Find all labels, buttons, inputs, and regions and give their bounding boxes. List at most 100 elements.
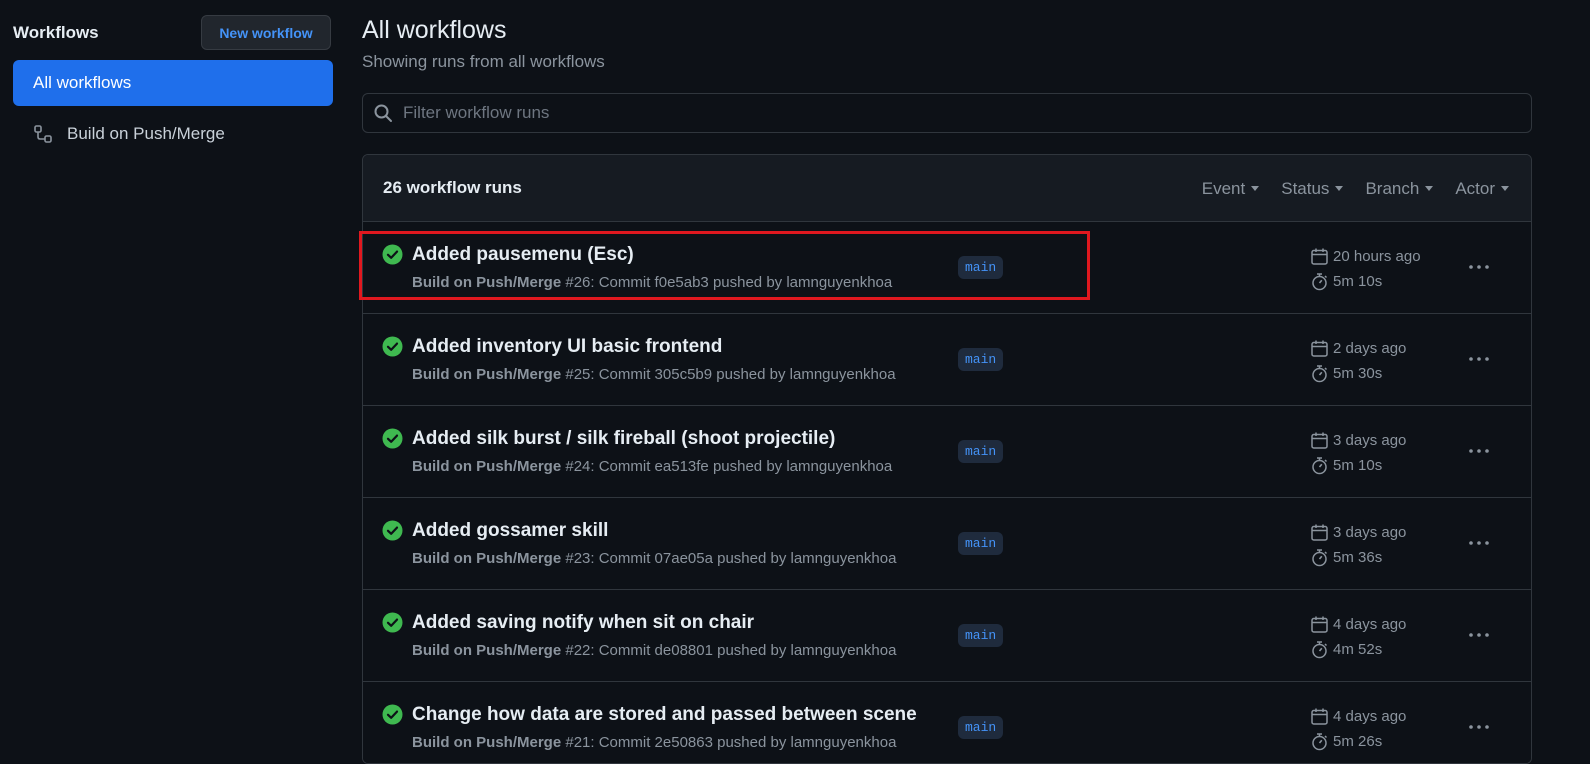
runs-rows: Added pausemenu (Esc) Build on Push/Merge…	[363, 222, 1531, 763]
branch-badge[interactable]: main	[958, 348, 1004, 371]
kebab-menu-icon	[1469, 725, 1489, 729]
caret-down-icon	[1251, 186, 1260, 191]
run-meta-detail: #21: Commit 2e50863 pushed by lamnguyenk…	[565, 734, 897, 751]
kebab-menu-icon	[1469, 633, 1489, 637]
sidebar-item-label: Build on Push/Merge	[67, 124, 225, 143]
branch-badge[interactable]: main	[958, 440, 1004, 463]
run-time: 3 days ago	[1310, 431, 1406, 450]
branch-filter-dropdown[interactable]: Branch	[1365, 178, 1434, 199]
calendar-icon	[1311, 616, 1328, 633]
stopwatch-icon	[1312, 273, 1328, 291]
runs-header: 26 workflow runs Event Status Branch Act…	[363, 155, 1531, 222]
run-options-button[interactable]	[1466, 714, 1492, 740]
run-time-text: 3 days ago	[1333, 524, 1407, 541]
run-meta-detail: #25: Commit 305c5b9 pushed by lamnguyenk…	[565, 366, 896, 383]
run-title-link[interactable]: Added gossamer skill	[412, 520, 608, 542]
run-time: 4 days ago	[1310, 615, 1406, 634]
run-options-button[interactable]	[1466, 346, 1492, 372]
success-check-icon	[382, 704, 403, 725]
run-title-link[interactable]: Change how data are stored and passed be…	[412, 704, 917, 726]
caret-down-icon	[1425, 186, 1434, 191]
run-title-link[interactable]: Added pausemenu (Esc)	[412, 244, 634, 266]
run-meta-detail: #23: Commit 07ae05a pushed by lamnguyenk…	[565, 550, 897, 567]
run-options-button[interactable]	[1466, 254, 1492, 280]
status-filter-dropdown[interactable]: Status	[1281, 179, 1344, 199]
caret-down-icon	[1335, 186, 1344, 191]
branch-badge[interactable]: main	[958, 532, 1004, 555]
run-time-text: 3 days ago	[1333, 432, 1407, 449]
sidebar-item-build-on-push-merge[interactable]: Build on Push/Merge	[13, 111, 333, 157]
run-meta-detail: #24: Commit ea513fe pushed by lamnguyenk…	[565, 458, 893, 475]
runs-count: 26 workflow runs	[383, 178, 522, 197]
workflow-run-row[interactable]: Added gossamer skill Build on Push/Merge …	[363, 498, 1531, 590]
run-duration: 5m 30s	[1310, 364, 1382, 383]
page-subtitle: Showing runs from all workflows	[362, 52, 605, 71]
run-meta-detail: #26: Commit f0e5ab3 pushed by lamnguyenk…	[565, 274, 893, 291]
workflow-run-row[interactable]: Change how data are stored and passed be…	[363, 682, 1531, 763]
run-time-text: 20 hours ago	[1333, 248, 1421, 265]
success-check-icon	[382, 612, 403, 633]
filter-label: Branch	[1365, 178, 1420, 198]
run-duration-text: 5m 30s	[1333, 365, 1383, 382]
filter-label: Actor	[1455, 178, 1495, 198]
run-title-link[interactable]: Added inventory UI basic frontend	[412, 336, 722, 358]
run-title-link[interactable]: Added saving notify when sit on chair	[412, 612, 754, 634]
run-duration: 5m 26s	[1310, 732, 1382, 751]
run-time-text: 4 days ago	[1333, 616, 1407, 633]
run-duration: 5m 10s	[1310, 456, 1382, 475]
stopwatch-icon	[1312, 733, 1328, 751]
kebab-menu-icon	[1469, 357, 1489, 361]
run-workflow-name: Build on Push/Merge	[412, 458, 562, 475]
calendar-icon	[1311, 708, 1328, 725]
run-options-button[interactable]	[1466, 622, 1492, 648]
workflow-run-row[interactable]: Added inventory UI basic frontend Build o…	[363, 314, 1531, 406]
stopwatch-icon	[1312, 641, 1328, 659]
stopwatch-icon	[1312, 457, 1328, 475]
run-duration-text: 5m 10s	[1333, 457, 1383, 474]
sidebar-item-label: All workflows	[33, 73, 132, 92]
run-workflow-name: Build on Push/Merge	[412, 274, 562, 291]
workflow-runs-list: 26 workflow runs Event Status Branch Act…	[362, 154, 1532, 764]
success-check-icon	[382, 520, 403, 541]
run-duration-text: 5m 10s	[1333, 273, 1383, 290]
run-time-text: 4 days ago	[1333, 708, 1407, 725]
run-time: 2 days ago	[1310, 339, 1406, 358]
run-meta: Build on Push/Merge #22: Commit de08801 …	[412, 642, 896, 659]
sidebar-title: Workflows	[13, 23, 99, 42]
filter-box	[362, 93, 1532, 133]
run-meta: Build on Push/Merge #26: Commit f0e5ab3 …	[412, 274, 892, 291]
calendar-icon	[1311, 432, 1328, 449]
branch-badge[interactable]: main	[958, 716, 1004, 739]
runs-filters: Event Status Branch Actor	[1202, 155, 1531, 222]
sidebar: Workflows New workflow All workflows Bui…	[0, 0, 340, 748]
run-options-button[interactable]	[1466, 438, 1492, 464]
actor-filter-dropdown[interactable]: Actor	[1455, 179, 1509, 199]
workflow-run-row[interactable]: Added saving notify when sit on chair Bui…	[363, 590, 1531, 682]
filter-workflow-runs-input[interactable]	[403, 103, 1531, 123]
main-content: All workflows Showing runs from all work…	[362, 0, 1532, 764]
run-title-link[interactable]: Added silk burst / silk fireball (shoot …	[412, 428, 835, 450]
event-filter-dropdown[interactable]: Event	[1202, 179, 1260, 199]
run-options-button[interactable]	[1466, 530, 1492, 556]
run-duration-text: 5m 36s	[1333, 549, 1383, 566]
workflow-run-row[interactable]: Added pausemenu (Esc) Build on Push/Merge…	[363, 222, 1531, 314]
branch-badge[interactable]: main	[958, 256, 1004, 279]
kebab-menu-icon	[1469, 541, 1489, 545]
branch-badge[interactable]: main	[958, 624, 1004, 647]
run-time: 3 days ago	[1310, 523, 1406, 542]
stopwatch-icon	[1312, 549, 1328, 567]
run-duration: 5m 36s	[1310, 548, 1382, 567]
success-check-icon	[382, 244, 403, 265]
page-title: All workflows	[362, 16, 507, 44]
run-duration-text: 4m 52s	[1333, 641, 1383, 658]
run-workflow-name: Build on Push/Merge	[412, 734, 562, 751]
new-workflow-button[interactable]: New workflow	[201, 15, 331, 50]
run-workflow-name: Build on Push/Merge	[412, 366, 562, 383]
calendar-icon	[1311, 248, 1328, 265]
sidebar-item-all-workflows[interactable]: All workflows	[13, 60, 333, 106]
workflow-run-row[interactable]: Added silk burst / silk fireball (shoot …	[363, 406, 1531, 498]
run-meta: Build on Push/Merge #25: Commit 305c5b9 …	[412, 366, 896, 383]
run-duration: 5m 10s	[1310, 272, 1382, 291]
workflow-icon	[34, 125, 52, 143]
success-check-icon	[382, 336, 403, 357]
